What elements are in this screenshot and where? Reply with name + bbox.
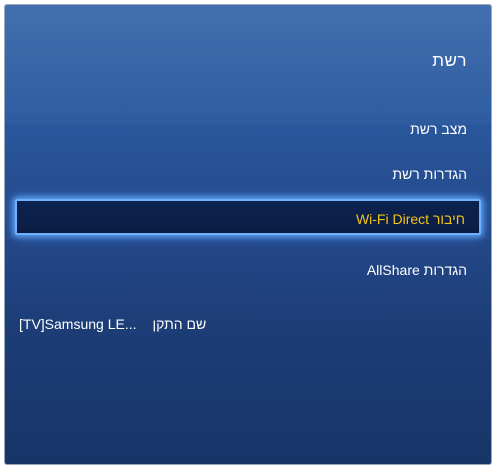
device-name-row[interactable]: [TV]Samsung LE... שם התקן: [19, 312, 206, 336]
menu-item-allshare-settings[interactable]: הגדרות AllShare: [5, 252, 491, 288]
menu-item-network-status[interactable]: מצב רשת: [5, 111, 491, 147]
menu-item-wifi-direct[interactable]: חיבור Wi-Fi Direct: [15, 199, 481, 235]
menu-item-network-settings[interactable]: הגדרות רשת: [5, 156, 491, 192]
menu-title: רשת: [432, 51, 467, 70]
device-name-value: [TV]Samsung LE...: [19, 316, 137, 332]
network-menu-panel: רשת מצב רשת הגדרות רשת חיבור Wi-Fi Direc…: [4, 4, 492, 465]
device-name-label: שם התקן: [152, 316, 207, 332]
